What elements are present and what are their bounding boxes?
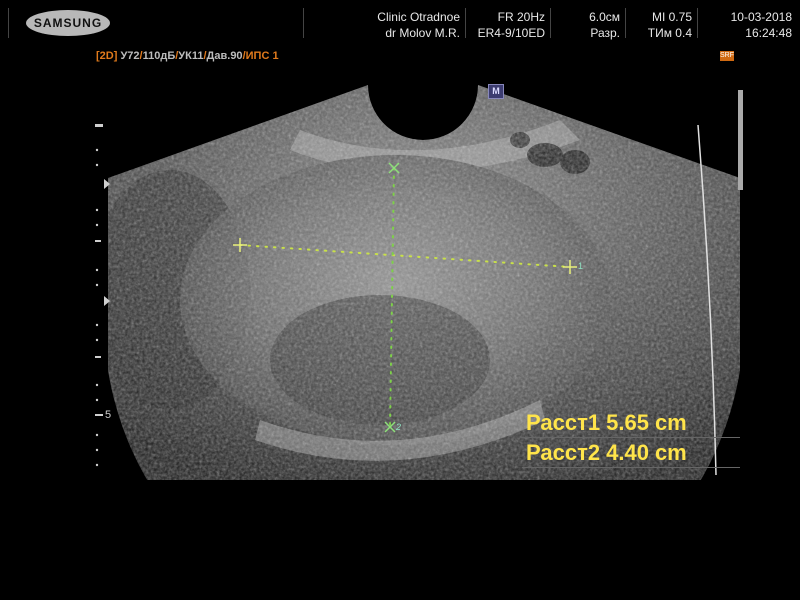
mode-label: [2D]: [96, 50, 118, 62]
measurement-1: Расст1 5.65 cm: [522, 408, 740, 438]
divider: [625, 8, 626, 38]
clinic-name: Clinic Otradnoe: [377, 10, 460, 24]
doctor-name: dr Molov M.R.: [385, 26, 460, 40]
exam-date: 10-03-2018: [730, 10, 792, 24]
header-bar: SAMSUNG Clinic Otradnoe dr Molov M.R. FR…: [0, 0, 800, 46]
pressure-value: Дав.90: [206, 50, 243, 62]
measurement-2: Расст2 4.40 cm: [522, 438, 740, 468]
mechanical-index: MI 0.75: [651, 10, 692, 24]
grayscale-bar: [738, 90, 743, 190]
orientation-marker-icon: M: [488, 84, 504, 99]
ips-value: ИПС 1: [245, 50, 279, 62]
divider: [8, 8, 9, 38]
imaging-mode-bar: [2D] У72/110дБ/УК11/Дав.90/ИПС 1: [96, 50, 279, 62]
gain-value: У72: [120, 50, 140, 62]
divider: [550, 8, 551, 38]
divider: [465, 8, 466, 38]
measurement-label: Расст1: [526, 410, 601, 435]
measurement-value: 4.40: [606, 440, 649, 465]
caliper-1-index: 1: [578, 261, 584, 271]
measurement-unit: cm: [654, 410, 687, 435]
depth-value: 6.0см: [589, 10, 620, 24]
divider: [303, 8, 304, 38]
frame-avg-value: УК11: [178, 50, 204, 62]
dynamic-range-value: 110дБ: [142, 50, 176, 62]
ultrasound-image: [95, 85, 743, 480]
measurement-label: Расст2: [526, 440, 601, 465]
frame-rate: FR 20Hz: [497, 10, 545, 24]
divider: [697, 8, 698, 38]
thermal-index: TИм 0.4: [647, 26, 692, 40]
depth-scale-label: 5: [105, 409, 112, 421]
caliper-2-index: 2: [396, 422, 402, 432]
exam-time: 16:24:48: [745, 26, 792, 40]
measurement-value: 5.65: [606, 410, 649, 435]
probe-name: ER4-9/10ED: [477, 26, 545, 40]
srf-badge: SRF: [720, 51, 734, 61]
resolution-label: Разр.: [590, 26, 620, 40]
samsung-logo: SAMSUNG: [26, 10, 110, 36]
measurement-unit: cm: [654, 440, 687, 465]
